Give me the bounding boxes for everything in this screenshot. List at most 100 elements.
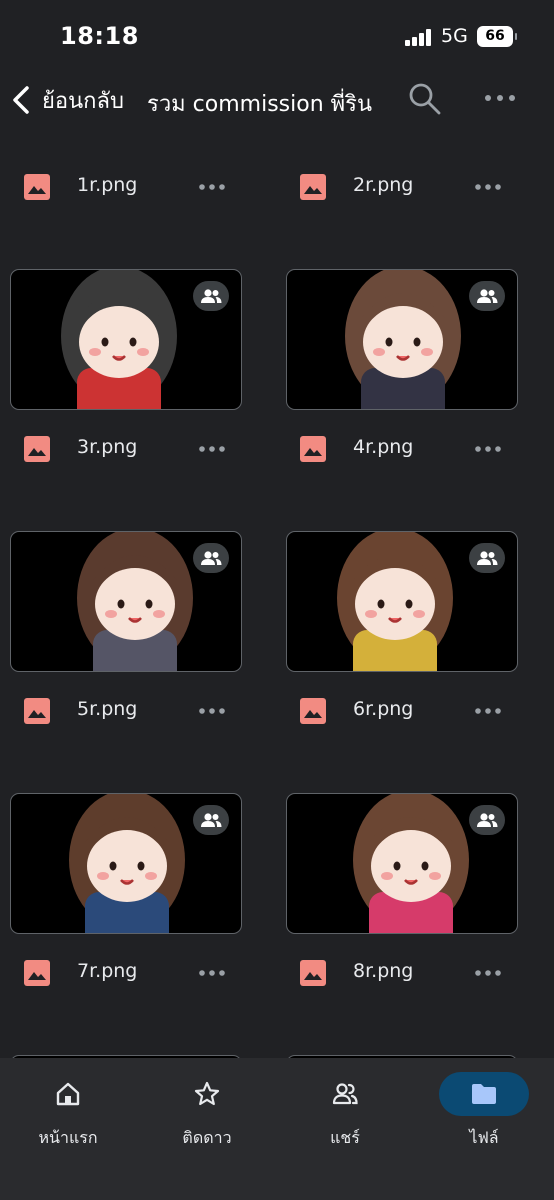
- file-thumbnail[interactable]: [286, 269, 518, 410]
- right-eye: [137, 861, 145, 871]
- star-icon: [194, 1081, 220, 1106]
- shared-badge: [469, 543, 505, 573]
- left-cheek: [105, 610, 117, 618]
- right-eye: [145, 599, 153, 609]
- mouth-shape: [388, 617, 402, 623]
- face-shape: [371, 830, 451, 902]
- nav-shared[interactable]: แชร์: [295, 1072, 395, 1151]
- more-options-icon[interactable]: [199, 701, 225, 721]
- file-card-7[interactable]: 7r.png: [10, 951, 242, 1058]
- left-eye: [377, 599, 385, 609]
- more-options-icon[interactable]: [199, 439, 225, 459]
- battery-icon: 66: [477, 26, 517, 47]
- status-bar: 18:18 5G 66: [0, 0, 554, 72]
- more-options-icon[interactable]: [199, 963, 225, 983]
- file-name: 4r.png: [353, 436, 414, 458]
- chevron-left-icon: [13, 86, 29, 114]
- mouth-shape: [120, 879, 134, 885]
- file-card-6[interactable]: 6r.png: [286, 689, 518, 934]
- face-shape: [87, 830, 167, 902]
- file-thumbnail[interactable]: [286, 793, 518, 934]
- nav-files-icon-wrap: [439, 1072, 529, 1116]
- right-eye: [413, 337, 421, 347]
- file-card-header: 4r.png: [300, 427, 532, 471]
- bottom-navigation: หน้าแรก ติดดาว แชร์ ไฟล์: [0, 1058, 554, 1200]
- left-cheek: [97, 872, 109, 880]
- left-eye: [109, 861, 117, 871]
- right-cheek: [153, 610, 165, 618]
- face-shape: [363, 306, 443, 378]
- file-name: 3r.png: [77, 436, 138, 458]
- file-card-8[interactable]: 8r.png: [286, 951, 518, 1058]
- right-cheek: [413, 610, 425, 618]
- file-card-header: 8r.png: [300, 951, 532, 995]
- more-options-icon[interactable]: [199, 177, 225, 197]
- nav-home-label: หน้าแรก: [38, 1128, 98, 1147]
- nav-shared-icon-wrap: [300, 1072, 390, 1116]
- left-eye: [385, 337, 393, 347]
- file-name: 6r.png: [353, 698, 414, 720]
- file-card-2[interactable]: 2r.png: [286, 165, 518, 410]
- people-icon: [201, 813, 222, 827]
- image-file-icon: [300, 698, 326, 724]
- right-cheek: [137, 348, 149, 356]
- file-thumbnail[interactable]: [286, 531, 518, 672]
- file-name: 1r.png: [77, 174, 138, 196]
- nav-files[interactable]: ไฟล์: [434, 1072, 534, 1151]
- image-file-icon: [24, 960, 50, 986]
- file-card-header: 6r.png: [300, 689, 532, 733]
- file-card-header: 1r.png: [24, 165, 256, 209]
- image-file-icon: [300, 960, 326, 986]
- people-icon: [477, 551, 498, 565]
- nav-starred[interactable]: ติดดาว: [157, 1072, 257, 1151]
- status-time: 18:18: [60, 22, 139, 50]
- file-name: 7r.png: [77, 960, 138, 982]
- face-shape: [95, 568, 175, 640]
- file-thumbnail[interactable]: [10, 531, 242, 672]
- left-cheek: [365, 610, 377, 618]
- shared-badge: [193, 543, 229, 573]
- search-icon[interactable]: [408, 82, 442, 116]
- more-options-icon[interactable]: [475, 963, 501, 983]
- mouth-shape: [128, 617, 142, 623]
- people-icon: [332, 1083, 358, 1105]
- nav-starred-icon-wrap: [162, 1072, 252, 1116]
- people-icon: [477, 813, 498, 827]
- file-card-header: 5r.png: [24, 689, 256, 733]
- back-button[interactable]: ย้อนกลับ: [10, 80, 124, 120]
- shared-badge: [193, 281, 229, 311]
- home-icon: [56, 1082, 80, 1106]
- more-options-icon[interactable]: [475, 439, 501, 459]
- shared-badge: [193, 805, 229, 835]
- file-card-5[interactable]: 5r.png: [10, 689, 242, 934]
- people-icon: [477, 289, 498, 303]
- mouth-shape: [404, 879, 418, 885]
- folder-icon: [472, 1084, 496, 1104]
- face-shape: [355, 568, 435, 640]
- right-eye: [129, 337, 137, 347]
- image-file-icon: [24, 174, 50, 200]
- more-options-icon[interactable]: [475, 701, 501, 721]
- left-eye: [117, 599, 125, 609]
- left-cheek: [381, 872, 393, 880]
- nav-starred-label: ติดดาว: [182, 1128, 232, 1147]
- more-vert-icon[interactable]: [482, 86, 518, 110]
- file-thumbnail[interactable]: [10, 793, 242, 934]
- file-thumbnail[interactable]: [10, 269, 242, 410]
- shared-badge: [469, 281, 505, 311]
- nav-home[interactable]: หน้าแรก: [18, 1072, 118, 1151]
- more-options-icon[interactable]: [475, 177, 501, 197]
- back-label: ย้อนกลับ: [42, 88, 124, 114]
- nav-home-icon-wrap: [23, 1072, 113, 1116]
- mouth-shape: [396, 355, 410, 361]
- file-name: 2r.png: [353, 174, 414, 196]
- image-file-icon: [24, 698, 50, 724]
- app-header: ย้อนกลับ รวม commission พี่ริน: [0, 72, 554, 128]
- right-eye: [405, 599, 413, 609]
- file-card-1[interactable]: 1r.png: [10, 165, 242, 410]
- image-file-icon: [300, 436, 326, 462]
- file-card-4[interactable]: 4r.png: [286, 427, 518, 672]
- file-card-3[interactable]: 3r.png: [10, 427, 242, 672]
- file-name: 5r.png: [77, 698, 138, 720]
- mouth-shape: [112, 355, 126, 361]
